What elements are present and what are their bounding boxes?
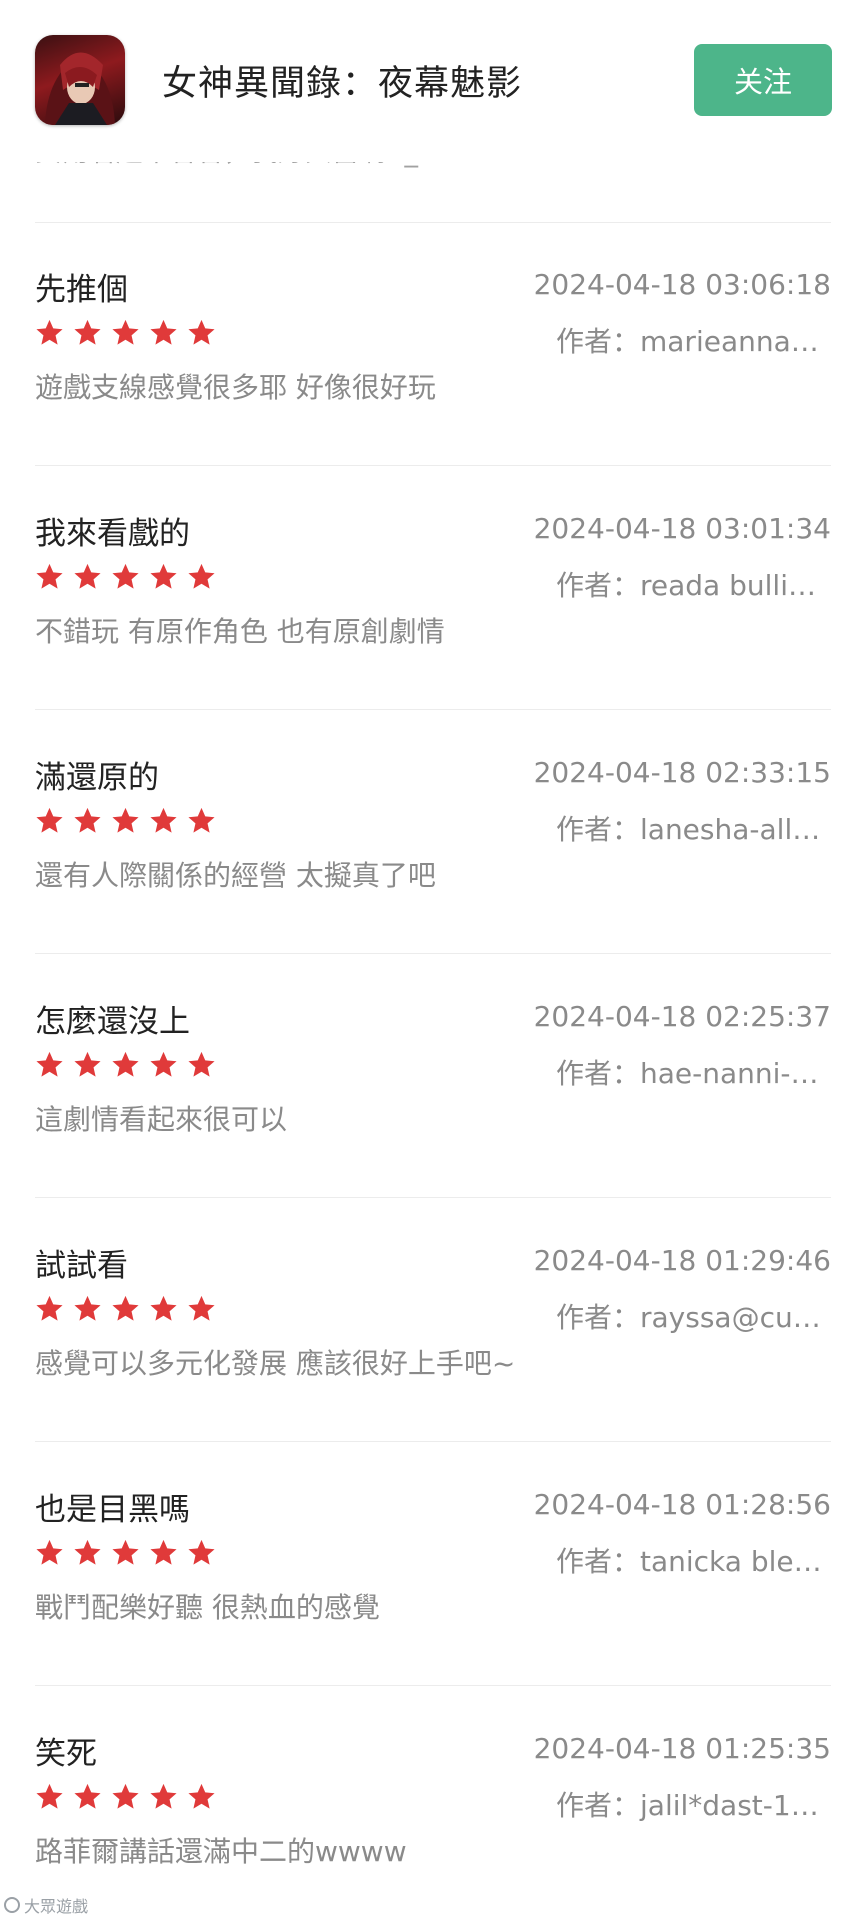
divider [35,1685,831,1686]
star-icon [150,1051,177,1077]
review-author[interactable]: 作者：hae-nanni-1... [556,1052,831,1092]
review-title: 試試看 [35,1248,128,1284]
star-icon [36,1539,63,1565]
review-content: 還有人際關係的經營 太擬真了吧 [35,859,436,892]
star-icon [150,1539,177,1565]
review-content: 這劇情看起來很可以 [35,1103,288,1136]
star-rating [35,1538,216,1567]
star-icon [150,1295,177,1321]
app-title: 女神異聞錄：夜幕魅影 [162,64,523,104]
review-title: 怎麼還沒上 [35,1004,190,1040]
review-item[interactable]: 試試看 2024-04-18 01:29:46 作者：rayssa@cue...… [35,1232,831,1432]
star-icon [74,1295,101,1321]
game-character-icon[interactable] [35,35,125,125]
review-item[interactable]: 先推個 2024-04-18 03:06:18 作者：marieanna~...… [35,256,831,456]
review-item[interactable]: 滿還原的 2024-04-18 02:33:15 作者：lanesha-alld… [35,744,831,944]
divider [35,465,831,466]
star-icon [36,807,63,833]
watermark-text: 大眾遊戲 [24,1897,89,1916]
star-icon [74,1051,101,1077]
star-rating [35,318,216,347]
star-icon [150,807,177,833]
star-icon [74,1539,101,1565]
star-icon [36,563,63,589]
review-date: 2024-04-18 01:29:46 [533,1244,831,1277]
star-icon [36,1051,63,1077]
review-content: 戰鬥配樂好聽 很熱血的感覺 [35,1591,380,1624]
review-item[interactable]: 我來看戲的 2024-04-18 03:01:34 作者：reada bulli… [35,500,831,700]
watermark: 大眾遊戲 [4,1893,88,1917]
review-date: 2024-04-18 03:06:18 [533,268,831,301]
review-author[interactable]: 作者：lanesha-alld... [556,808,831,848]
review-content: 路菲爾講話還滿中二的wwww [35,1835,407,1868]
star-icon [112,1539,139,1565]
review-content: 不錯玩 有原作角色 也有原創劇情 [35,615,445,648]
review-content: 遊戲支線感覺很多耶 好像很好玩 [35,371,436,404]
review-date: 2024-04-18 01:28:56 [533,1488,831,1521]
star-icon [188,1051,215,1077]
star-icon [112,1783,139,1809]
follow-button[interactable]: 关注 [694,44,832,116]
divider [35,222,831,223]
star-icon [188,1539,215,1565]
divider [35,1441,831,1442]
star-icon [112,1295,139,1321]
review-author[interactable]: 作者：reada bulliva... [556,564,831,604]
review-content: 感覺可以多元化發展 應該很好上手吧~ [35,1347,516,1380]
star-rating [35,1050,216,1079]
star-rating [35,806,216,835]
review-title: 滿還原的 [35,760,159,796]
star-icon [112,563,139,589]
star-icon [74,319,101,345]
star-icon [74,1783,101,1809]
star-icon [36,1295,63,1321]
star-icon [188,1783,215,1809]
review-title: 笑死 [35,1736,97,1772]
review-author[interactable]: 作者：rayssa@cue... [556,1296,831,1336]
star-icon [188,1295,215,1321]
star-icon [112,319,139,345]
review-item[interactable]: 也是目黑嗎 2024-04-18 01:28:56 作者：tanicka ble… [35,1476,831,1676]
star-icon [150,319,177,345]
review-author[interactable]: 作者：jalil*dast-19... [556,1784,831,1824]
review-title: 我來看戲的 [35,516,190,552]
star-icon [188,319,215,345]
review-date: 2024-04-18 02:33:15 [533,756,831,789]
review-title: 也是目黑嗎 [35,1492,190,1528]
star-icon [188,807,215,833]
star-icon [188,563,215,589]
divider [35,709,831,710]
review-item[interactable]: 怎麼還沒上 2024-04-18 02:25:37 作者：hae-nanni-1… [35,988,831,1188]
app-header: 女神異聞錄：夜幕魅影 关注 [0,0,866,162]
review-date: 2024-04-18 01:25:35 [533,1732,831,1765]
star-rating [35,562,216,591]
review-date: 2024-04-18 03:01:34 [533,512,831,545]
review-title: 先推個 [35,272,128,308]
review-date: 2024-04-18 02:25:37 [533,1000,831,1033]
star-rating [35,1294,216,1323]
star-rating [35,1782,216,1811]
review-item[interactable]: 笑死 2024-04-18 01:25:35 作者：jalil*dast-19.… [35,1720,831,1920]
divider [35,1197,831,1198]
divider [35,953,831,954]
star-icon [36,319,63,345]
watermark-icon [4,1897,20,1913]
review-author[interactable]: 作者：tanicka blea... [556,1540,831,1580]
review-author[interactable]: 作者：marieanna~... [556,320,831,360]
star-icon [112,1051,139,1077]
star-icon [74,563,101,589]
star-icon [150,563,177,589]
star-icon [74,807,101,833]
star-icon [36,1783,63,1809]
star-icon [150,1783,177,1809]
star-icon [112,807,139,833]
